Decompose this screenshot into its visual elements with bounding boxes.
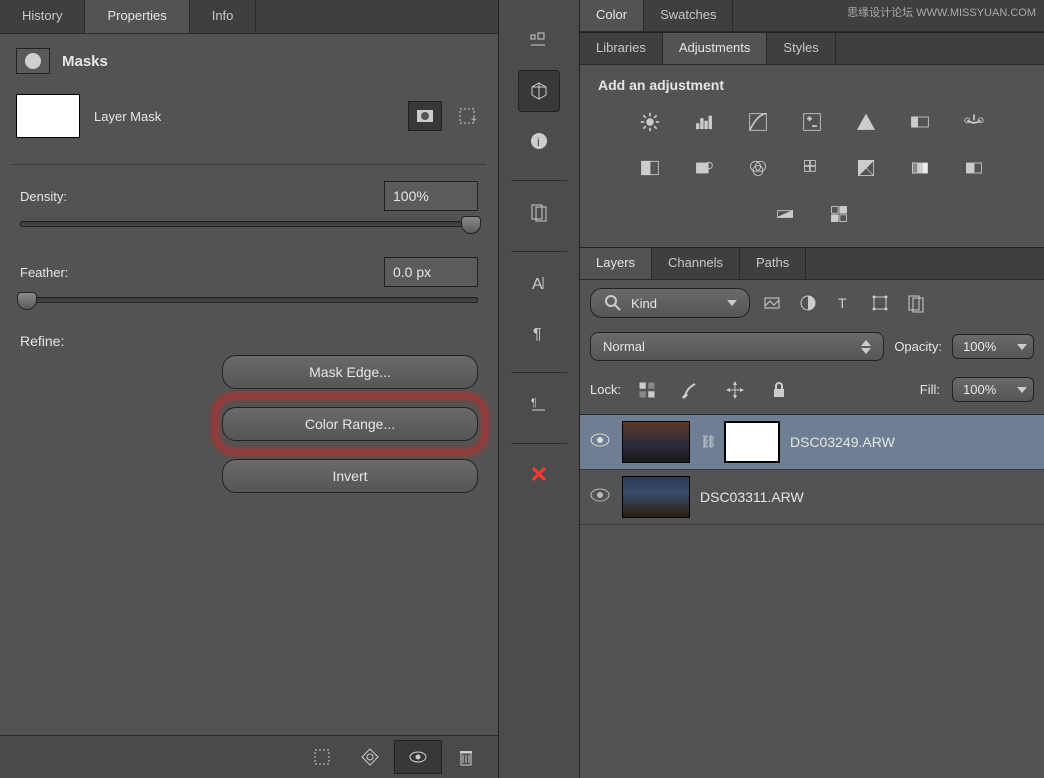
layer-mask-thumbnail[interactable] bbox=[16, 94, 80, 138]
filter-smart-icon[interactable] bbox=[902, 291, 930, 315]
tab-color[interactable]: Color bbox=[580, 0, 644, 31]
density-slider[interactable] bbox=[20, 221, 478, 227]
exposure-icon[interactable] bbox=[797, 109, 827, 135]
density-value[interactable]: 100% bbox=[384, 181, 478, 211]
hue-sat-icon[interactable] bbox=[905, 109, 935, 135]
lock-label: Lock: bbox=[590, 382, 621, 397]
svg-text:¶: ¶ bbox=[531, 397, 537, 409]
tab-info[interactable]: Info bbox=[190, 0, 257, 33]
tab-properties[interactable]: Properties bbox=[85, 0, 189, 33]
apply-mask-icon[interactable] bbox=[346, 740, 394, 774]
dock-icon-paragraph[interactable]: ¶ bbox=[518, 312, 560, 354]
pixel-mask-button[interactable] bbox=[408, 101, 442, 131]
invert-button[interactable]: Invert bbox=[222, 459, 478, 493]
lock-all-icon[interactable] bbox=[765, 378, 793, 402]
feather-slider[interactable] bbox=[20, 297, 478, 303]
tab-styles[interactable]: Styles bbox=[767, 33, 835, 64]
opacity-label: Opacity: bbox=[894, 339, 942, 354]
add-adjustment-label: Add an adjustment bbox=[580, 65, 1044, 99]
svg-text:+: + bbox=[471, 115, 477, 126]
photo-filter-icon[interactable] bbox=[689, 155, 719, 181]
tab-history[interactable]: History bbox=[0, 0, 85, 33]
layer-name[interactable]: DSC03311.ARW bbox=[700, 489, 804, 505]
density-label: Density: bbox=[20, 189, 67, 204]
tab-paths[interactable]: Paths bbox=[740, 248, 806, 279]
mask-thumbnail[interactable] bbox=[724, 421, 780, 463]
adjustment-grid bbox=[580, 99, 1044, 247]
svg-text:A: A bbox=[532, 276, 543, 293]
threshold-icon[interactable] bbox=[959, 155, 989, 181]
link-icon[interactable]: ⛓ bbox=[700, 434, 714, 450]
fill-value[interactable]: 100% bbox=[952, 377, 1034, 402]
mask-mode-icon bbox=[16, 48, 50, 74]
dock-icon-layer-comps[interactable] bbox=[518, 191, 560, 233]
dock-strip: i A ¶ ¶ ✕ bbox=[498, 0, 580, 778]
dock-icon-character[interactable]: A bbox=[518, 262, 560, 304]
blend-mode-value: Normal bbox=[603, 339, 645, 354]
delete-mask-icon[interactable] bbox=[442, 740, 490, 774]
masks-title: Masks bbox=[62, 53, 108, 70]
refine-label: Refine: bbox=[20, 333, 478, 349]
dock-icon-3d[interactable] bbox=[518, 70, 560, 112]
lock-position-icon[interactable] bbox=[721, 378, 749, 402]
layer-name[interactable]: DSC03249.ARW bbox=[790, 434, 895, 450]
dock-icon-paragraph-styles[interactable]: ¶ bbox=[518, 383, 560, 425]
levels-icon[interactable] bbox=[689, 109, 719, 135]
properties-tabs: History Properties Info bbox=[0, 0, 498, 34]
color-balance-icon[interactable] bbox=[959, 109, 989, 135]
curves-icon[interactable] bbox=[743, 109, 773, 135]
layer-row[interactable]: ⛓ DSC03249.ARW bbox=[580, 415, 1044, 470]
tab-adjustments[interactable]: Adjustments bbox=[663, 33, 768, 64]
chevron-down-icon bbox=[727, 300, 737, 306]
filter-shape-icon[interactable] bbox=[866, 291, 894, 315]
bw-icon[interactable] bbox=[635, 155, 665, 181]
toggle-visibility-icon[interactable] bbox=[394, 740, 442, 774]
visibility-toggle-icon[interactable] bbox=[590, 433, 612, 451]
fill-label: Fill: bbox=[920, 382, 940, 397]
dock-icon-close[interactable]: ✕ bbox=[518, 454, 560, 496]
watermark: 思缘设计论坛 WWW.MISSYUAN.COM bbox=[847, 4, 1036, 20]
filter-kind-label: Kind bbox=[631, 296, 657, 311]
lock-pixels-icon[interactable] bbox=[677, 378, 705, 402]
visibility-toggle-icon[interactable] bbox=[590, 488, 612, 506]
load-selection-icon[interactable] bbox=[298, 740, 346, 774]
properties-footer bbox=[0, 735, 498, 778]
mask-edge-button[interactable]: Mask Edge... bbox=[222, 355, 478, 389]
vector-mask-button[interactable]: + bbox=[452, 101, 482, 131]
filter-type-icon[interactable]: T bbox=[830, 291, 858, 315]
tab-libraries[interactable]: Libraries bbox=[580, 33, 663, 64]
layer-thumbnail[interactable] bbox=[622, 421, 690, 463]
svg-text:T: T bbox=[838, 295, 847, 311]
channel-mixer-icon[interactable] bbox=[743, 155, 773, 181]
posterize-icon[interactable] bbox=[905, 155, 935, 181]
tab-swatches[interactable]: Swatches bbox=[644, 0, 733, 31]
filter-kind-select[interactable]: Kind bbox=[590, 288, 750, 318]
svg-text:¶: ¶ bbox=[533, 326, 542, 343]
feather-label: Feather: bbox=[20, 265, 68, 280]
svg-text:i: i bbox=[537, 135, 540, 149]
selective-color-icon[interactable] bbox=[824, 201, 854, 227]
feather-value[interactable]: 0.0 px bbox=[384, 257, 478, 287]
filter-adjustment-icon[interactable] bbox=[794, 291, 822, 315]
tab-layers[interactable]: Layers bbox=[580, 248, 652, 279]
opacity-value[interactable]: 100% bbox=[952, 334, 1034, 359]
dock-icon-info[interactable]: i bbox=[518, 120, 560, 162]
tab-channels[interactable]: Channels bbox=[652, 248, 740, 279]
lock-transparency-icon[interactable] bbox=[633, 378, 661, 402]
color-lookup-icon[interactable] bbox=[797, 155, 827, 181]
layer-thumbnail[interactable] bbox=[622, 476, 690, 518]
layer-row[interactable]: DSC03311.ARW bbox=[580, 470, 1044, 525]
brightness-icon[interactable] bbox=[635, 109, 665, 135]
blend-mode-select[interactable]: Normal bbox=[590, 332, 884, 361]
search-icon bbox=[603, 293, 623, 313]
layer-mask-label: Layer Mask bbox=[94, 109, 161, 124]
gradient-map-icon[interactable] bbox=[770, 201, 800, 227]
invert-icon[interactable] bbox=[851, 155, 881, 181]
color-range-button[interactable]: Color Range... bbox=[222, 407, 478, 441]
vibrance-icon[interactable] bbox=[851, 109, 881, 135]
dock-icon-brush-presets[interactable] bbox=[518, 20, 560, 62]
filter-pixel-icon[interactable] bbox=[758, 291, 786, 315]
masks-header: Masks bbox=[0, 34, 498, 84]
